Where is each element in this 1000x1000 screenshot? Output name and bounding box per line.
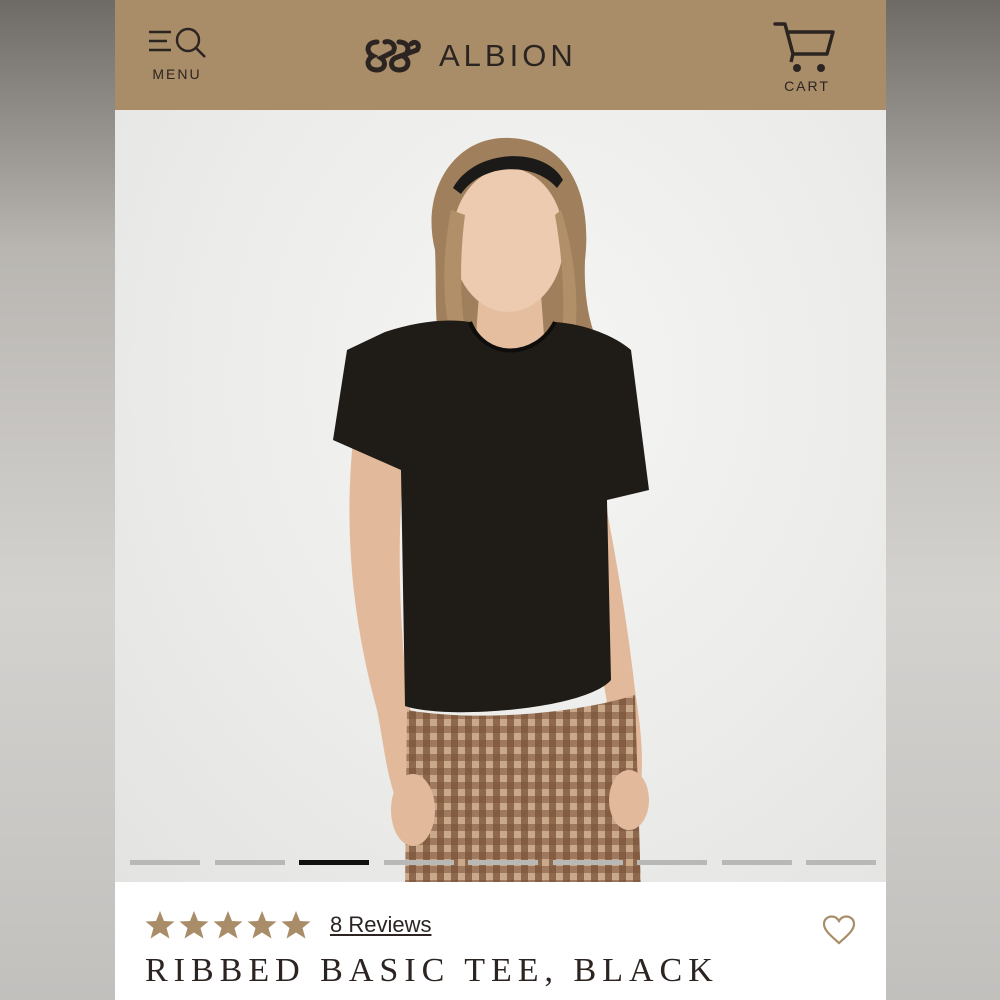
mobile-page: MENU ALBION CART 8 Reviews RIBBED BASIC …: [115, 0, 886, 1000]
cart-icon: [773, 22, 835, 72]
cart-label: CART: [784, 78, 830, 94]
product-image-carousel[interactable]: [115, 110, 886, 882]
product-info: 8 Reviews RIBBED BASIC TEE, BLACK: [115, 882, 886, 1000]
carousel-dot[interactable]: [383, 860, 454, 865]
product-title: RIBBED BASIC TEE, BLACK: [145, 952, 719, 989]
star-icon: [179, 911, 209, 939]
menu-label: MENU: [152, 66, 202, 82]
heart-icon[interactable]: [822, 915, 856, 945]
carousel-dot[interactable]: [130, 860, 200, 865]
carousel-dot[interactable]: [806, 860, 876, 865]
brand-logo-mark: [365, 39, 421, 73]
reviews-link[interactable]: 8 Reviews: [330, 912, 431, 938]
carousel-dot[interactable]: [214, 860, 285, 865]
product-photo: [333, 137, 649, 882]
brand-name: ALBION: [439, 38, 577, 73]
carousel-dot[interactable]: [468, 860, 538, 865]
carousel-indicators: [115, 860, 886, 868]
star-icon: [281, 911, 311, 939]
star-icon: [145, 911, 175, 939]
menu-button[interactable]: MENU: [137, 26, 217, 86]
carousel-dot[interactable]: [552, 860, 623, 865]
site-header: MENU ALBION CART: [115, 0, 886, 110]
menu-search-icon: [149, 27, 206, 58]
rating-stars: [145, 910, 315, 940]
carousel-dot[interactable]: [637, 860, 707, 865]
star-icon: [247, 911, 277, 939]
carousel-dot[interactable]: [721, 860, 792, 865]
brand-logo[interactable]: ALBION: [363, 30, 603, 80]
carousel-dot[interactable]: [299, 860, 369, 865]
cart-button[interactable]: CART: [767, 20, 847, 100]
star-icon: [213, 911, 243, 939]
